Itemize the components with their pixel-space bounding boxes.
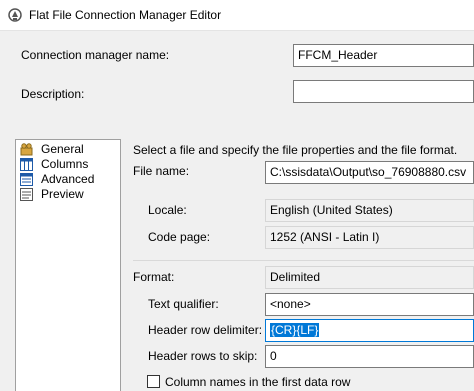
- ssis-app-icon: [8, 8, 22, 22]
- instruction-text: Select a file and specify the file prope…: [133, 143, 458, 157]
- nav-label-advanced: Advanced: [41, 172, 95, 186]
- nav-label-general: General: [41, 142, 84, 156]
- column-names-checkbox[interactable]: [147, 375, 160, 388]
- text-qualifier-input[interactable]: <none>: [265, 293, 474, 316]
- code-page-select[interactable]: 1252 (ANSI - Latin I): [265, 226, 474, 249]
- nav-label-columns: Columns: [41, 157, 89, 171]
- title-bar: Flat File Connection Manager Editor: [0, 0, 474, 31]
- locale-select[interactable]: English (United States): [265, 199, 474, 222]
- text-qualifier-label: Text qualifier:: [148, 297, 219, 311]
- format-label: Format:: [133, 270, 175, 284]
- columns-icon: [20, 158, 33, 171]
- description-input[interactable]: [293, 80, 474, 103]
- advanced-icon: [20, 173, 33, 186]
- connection-name-input[interactable]: FFCM_Header: [293, 44, 474, 67]
- header-rows-to-skip-label: Header rows to skip:: [148, 349, 258, 363]
- column-names-label: Column names in the first data row: [165, 375, 351, 389]
- general-icon: [20, 143, 33, 156]
- nav-label-preview: Preview: [41, 187, 84, 201]
- page-nav-list: General Columns Advanced Preview: [15, 139, 121, 391]
- header-rows-to-skip-input[interactable]: 0: [265, 345, 474, 368]
- description-label: Description:: [21, 87, 85, 101]
- connection-name-label: Connection manager name:: [21, 48, 170, 62]
- header-row-delimiter-label: Header row delimiter:: [148, 323, 263, 337]
- file-name-input[interactable]: C:\ssisdata\Output\so_76908880.csv: [265, 161, 474, 184]
- header-row-delimiter-input[interactable]: {CR}{LF}: [265, 319, 474, 342]
- section-divider: [133, 260, 474, 261]
- file-name-label: File name:: [133, 164, 190, 178]
- locale-label: Locale:: [148, 203, 187, 217]
- code-page-label: Code page:: [148, 230, 211, 244]
- header-row-delimiter-selection: {CR}{LF}: [270, 323, 320, 337]
- preview-icon: [20, 188, 33, 201]
- window-title: Flat File Connection Manager Editor: [29, 8, 222, 22]
- format-select[interactable]: Delimited: [265, 266, 474, 289]
